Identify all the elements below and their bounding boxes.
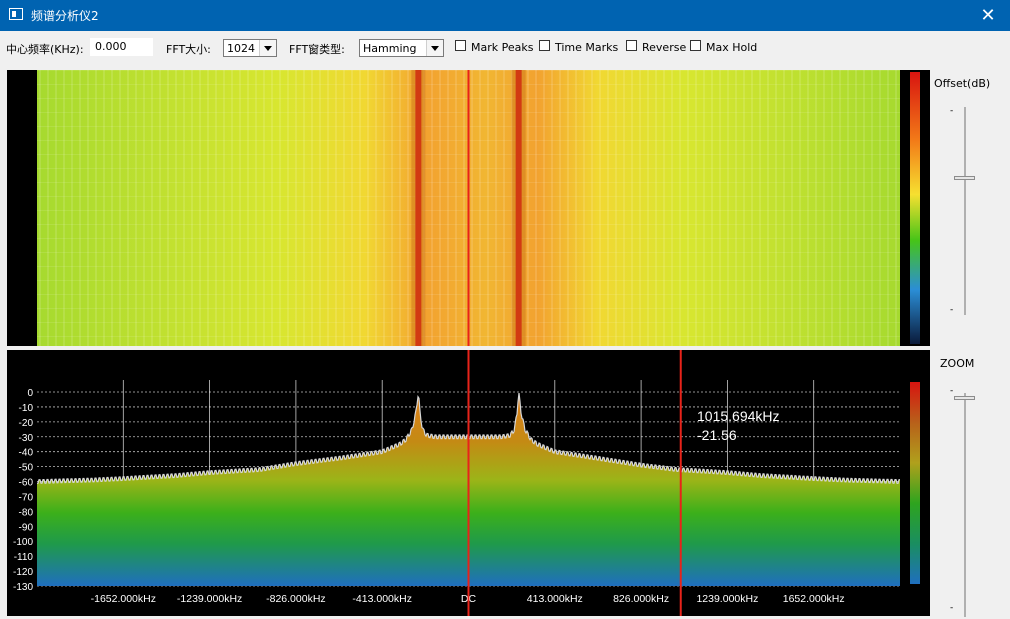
x-tick-label: -1239.000kHz (177, 593, 242, 605)
offset-label: Offset(dB) (934, 77, 991, 90)
y-tick-label: -40 (19, 448, 34, 459)
time-marks-checkbox[interactable] (539, 40, 550, 51)
y-axis-ticks: 0 -10 -20 -30 -40 -50 -60 -70 -80 -90 -100 -110 -120… (13, 388, 33, 593)
cursor-frequency-readout: 1015.694kHz (697, 408, 780, 424)
zoom-slider-thumb[interactable] (954, 396, 975, 400)
spectrum-color-scale (910, 382, 920, 584)
close-button[interactable]: ✕ (966, 0, 1010, 31)
zoom-tick-top: - (950, 386, 954, 396)
zoom-tick-bottom: - (950, 603, 954, 613)
chevron-down-icon[interactable] (259, 40, 276, 56)
waterfall-peak-line (415, 70, 422, 346)
max-hold-label[interactable]: Max Hold (706, 41, 757, 54)
reverse-label[interactable]: Reverse (642, 41, 686, 54)
fft-size-select[interactable]: 1024 (223, 39, 277, 57)
chevron-down-icon[interactable] (426, 40, 443, 56)
offset-tick-top: - (950, 106, 954, 116)
y-tick-label: -100 (13, 537, 33, 548)
y-tick-label: -110 (14, 552, 34, 563)
y-tick-label: -50 (19, 463, 34, 474)
toolbar: 中心频率(KHz): 0.000 FFT大小: 1024 FFT窗类型: Ham… (0, 31, 1010, 67)
y-tick-label: -10 (19, 403, 34, 414)
y-tick-label: 0 (27, 388, 33, 399)
mark-peaks-label[interactable]: Mark Peaks (471, 41, 533, 54)
x-tick-label: 1652.000kHz (783, 593, 845, 605)
fft-window-select[interactable]: Hamming (359, 39, 444, 57)
fft-size-label: FFT大小: (166, 43, 211, 56)
fft-window-value: Hamming (363, 42, 417, 55)
fft-window-label: FFT窗类型: (289, 43, 345, 56)
waterfall-display[interactable] (7, 70, 930, 346)
waterfall-peak-line (515, 70, 522, 346)
y-tick-label: -60 (19, 478, 34, 489)
y-tick-label: -20 (19, 418, 34, 429)
x-tick-label: -826.000kHz (266, 593, 326, 605)
offset-tick-bottom: - (950, 305, 954, 315)
x-tick-label: -413.000kHz (352, 593, 412, 605)
y-tick-label: -80 (19, 507, 34, 518)
mark-peaks-checkbox[interactable] (455, 40, 466, 51)
app-icon (9, 8, 23, 20)
y-tick-label: -90 (19, 522, 34, 533)
x-tick-label: 826.000kHz (613, 593, 669, 605)
fft-size-value: 1024 (227, 42, 255, 55)
close-icon: ✕ (980, 5, 996, 26)
y-tick-label: -120 (13, 567, 33, 578)
x-tick-label: 413.000kHz (527, 593, 583, 605)
x-tick-label: 1239.000kHz (696, 593, 758, 605)
time-marks-label[interactable]: Time Marks (555, 41, 618, 54)
spectrum-panel[interactable]: 0 -10 -20 -30 -40 -50 -60 -70 -80 -90 -100 -110 -120… (7, 350, 930, 616)
reverse-checkbox[interactable] (626, 40, 637, 51)
center-freq-label: 中心频率(KHz): (6, 43, 84, 56)
offset-slider-thumb[interactable] (954, 176, 975, 180)
waterfall-panel[interactable] (7, 70, 930, 346)
waterfall-color-scale (910, 72, 920, 344)
y-tick-label: -70 (19, 492, 34, 503)
x-tick-label: -1652.000kHz (91, 593, 156, 605)
offset-slider-track[interactable] (964, 107, 966, 315)
zoom-slider-track[interactable] (964, 393, 966, 617)
title-bar: 频谱分析仪2 ✕ (0, 0, 1010, 31)
window-title: 频谱分析仪2 (31, 9, 99, 23)
y-tick-label: -130 (13, 582, 33, 593)
zoom-label: ZOOM (940, 357, 975, 370)
y-tick-label: -30 (19, 433, 34, 444)
spectrum-chart[interactable]: 0 -10 -20 -30 -40 -50 -60 -70 -80 -90 -100 -110 -120… (7, 350, 930, 616)
center-freq-input[interactable]: 0.000 (90, 38, 153, 56)
cursor-level-readout: -21.56 (697, 427, 737, 443)
max-hold-checkbox[interactable] (690, 40, 701, 51)
